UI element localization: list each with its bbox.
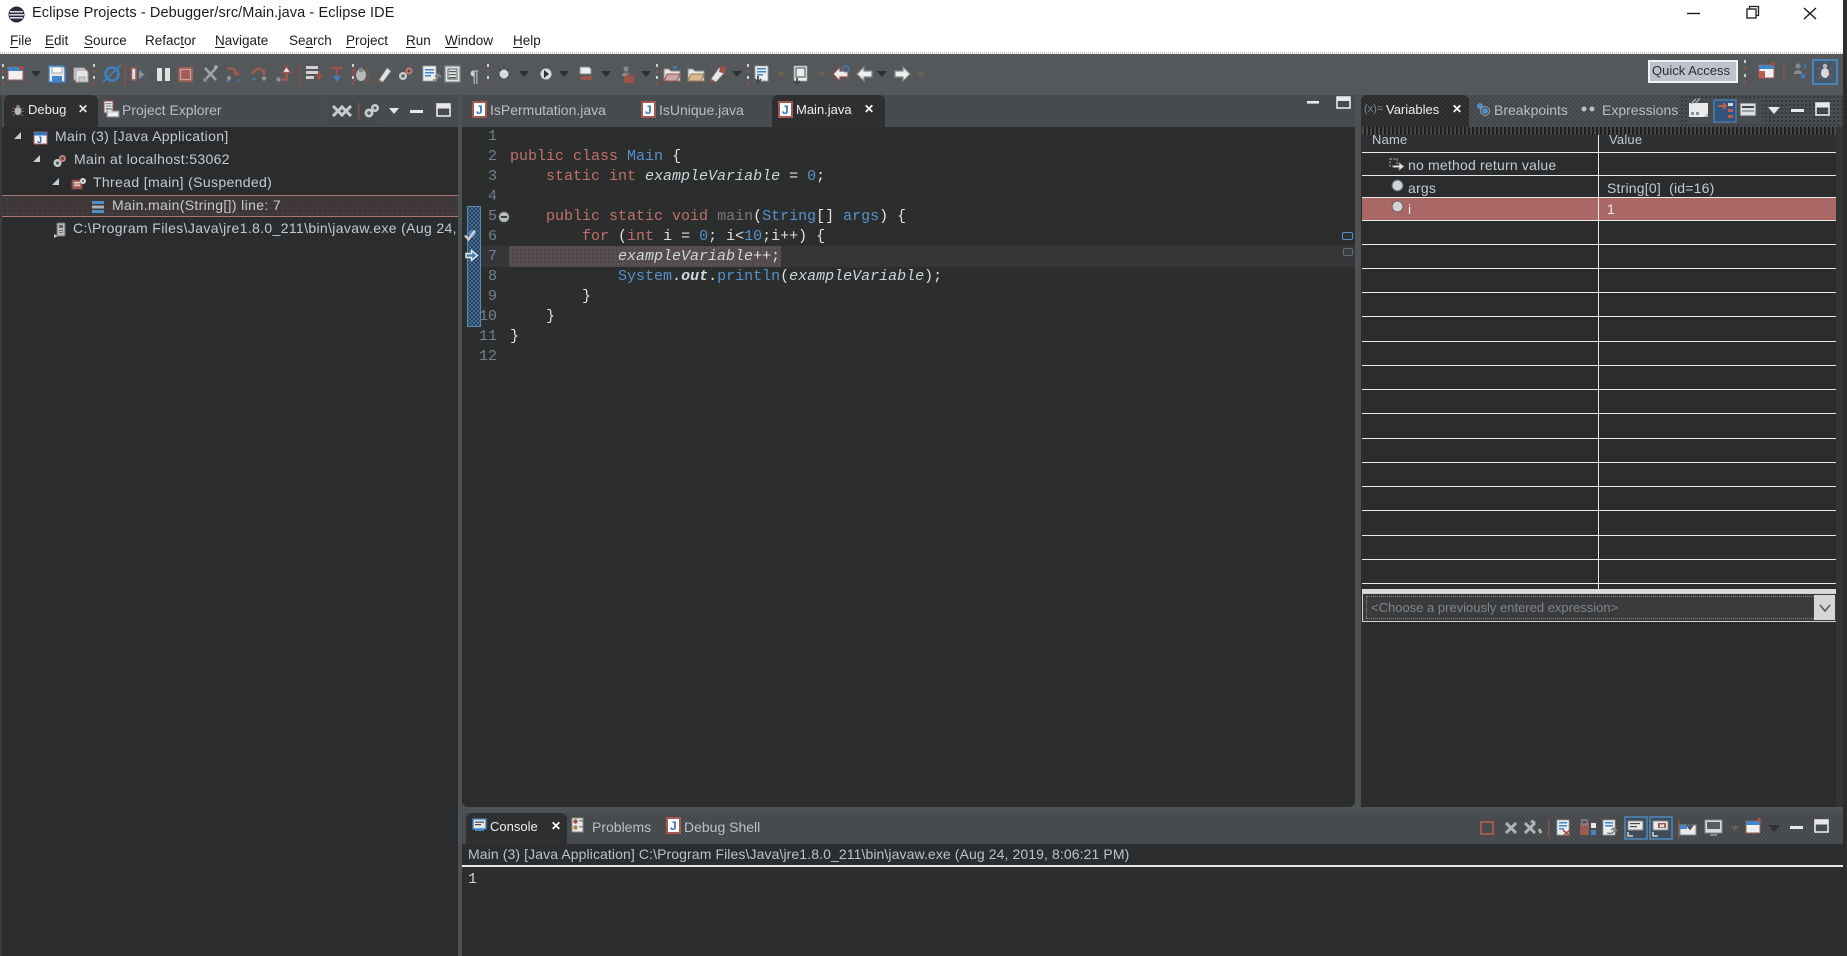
svg-text:J: J — [782, 103, 789, 117]
svg-text:J: J — [645, 103, 652, 117]
svg-text:¶: ¶ — [470, 67, 479, 86]
svg-text:J: J — [37, 135, 42, 145]
svg-text:J: J — [476, 103, 483, 117]
svg-text:J: J — [670, 819, 677, 833]
